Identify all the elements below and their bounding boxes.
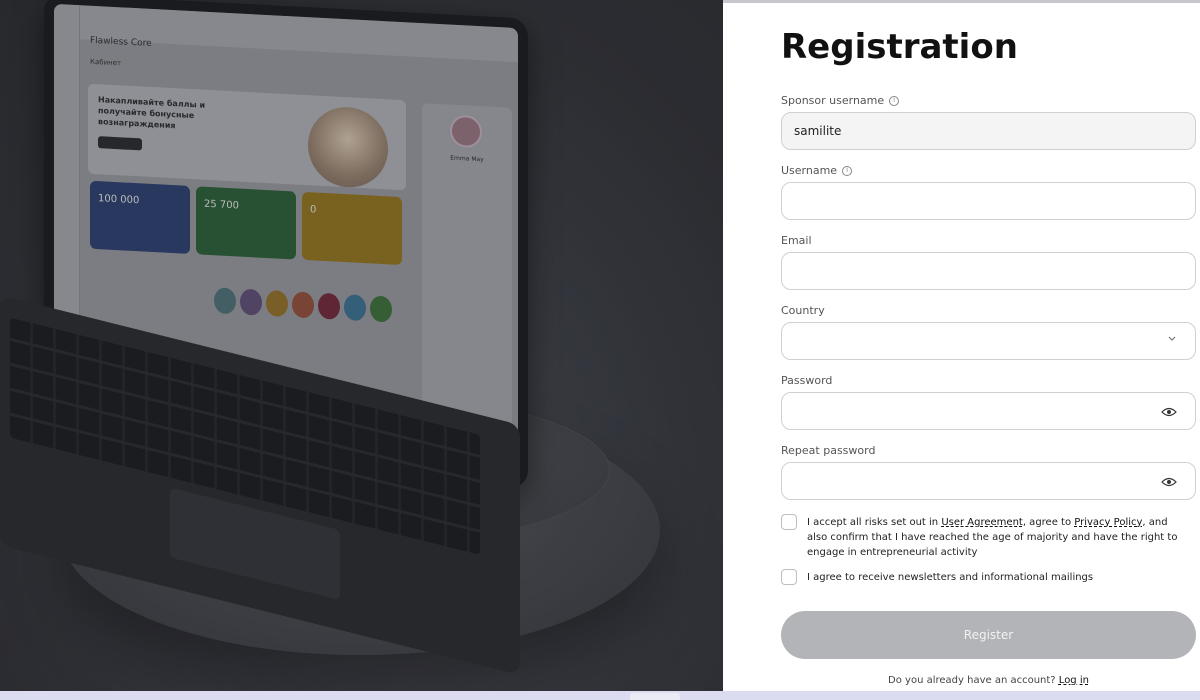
password-label-text: Password	[781, 374, 833, 387]
page-title: Registration	[781, 27, 1018, 67]
privacy-policy-link[interactable]: Privacy Policy	[1074, 517, 1142, 528]
login-link[interactable]: Log in	[1059, 675, 1089, 686]
agreement-checkbox[interactable]	[781, 514, 797, 530]
sponsor-username-label-text: Sponsor username	[781, 94, 885, 107]
country-select[interactable]	[781, 322, 1196, 360]
login-prompt-text: Do you already have an account?	[888, 675, 1056, 686]
register-button[interactable]: Register	[781, 611, 1196, 659]
login-prompt: Do you already have an account? Log in	[781, 675, 1196, 686]
newsletter-text: I agree to receive newsletters and infor…	[807, 572, 1094, 583]
repeat-password-label-text: Repeat password	[781, 444, 876, 457]
user-agreement-link[interactable]: User Agreement	[941, 517, 1023, 528]
password-label: Password	[781, 374, 832, 387]
info-icon[interactable]: i	[842, 165, 853, 176]
chevron-down-icon	[1167, 333, 1177, 346]
email-label-text: Email	[781, 234, 812, 247]
country-label-text: Country	[781, 304, 825, 317]
agreement-text: I accept all risks set out in User Agree…	[807, 515, 1187, 560]
email-input[interactable]	[781, 252, 1196, 290]
repeat-password-label: Repeat password	[781, 444, 875, 457]
country-label: Country	[781, 304, 825, 317]
eye-icon[interactable]	[1161, 476, 1177, 487]
username-label-text: Username	[781, 164, 838, 177]
info-icon[interactable]: i	[889, 95, 900, 106]
username-label: Username i	[781, 164, 853, 177]
bottom-tab	[630, 693, 680, 700]
sponsor-username-label: Sponsor username i	[781, 94, 900, 107]
agreement-text-part: I accept all risks set out in	[807, 517, 942, 528]
password-input[interactable]	[781, 392, 1196, 430]
agreement-text-part: , agree to	[1022, 517, 1075, 528]
username-input[interactable]	[781, 182, 1196, 220]
sponsor-username-input[interactable]	[781, 112, 1196, 150]
registration-panel: Registration Sponsor username i Username…	[723, 0, 1200, 691]
eye-icon[interactable]	[1161, 406, 1177, 417]
newsletter-checkbox[interactable]	[781, 569, 797, 585]
hero-overlay	[0, 0, 723, 691]
bottom-strip	[0, 691, 1200, 700]
repeat-password-input[interactable]	[781, 462, 1196, 500]
email-label: Email	[781, 234, 812, 247]
hero-image: Flawless Core Кабинет Накапливайте баллы…	[0, 0, 723, 691]
